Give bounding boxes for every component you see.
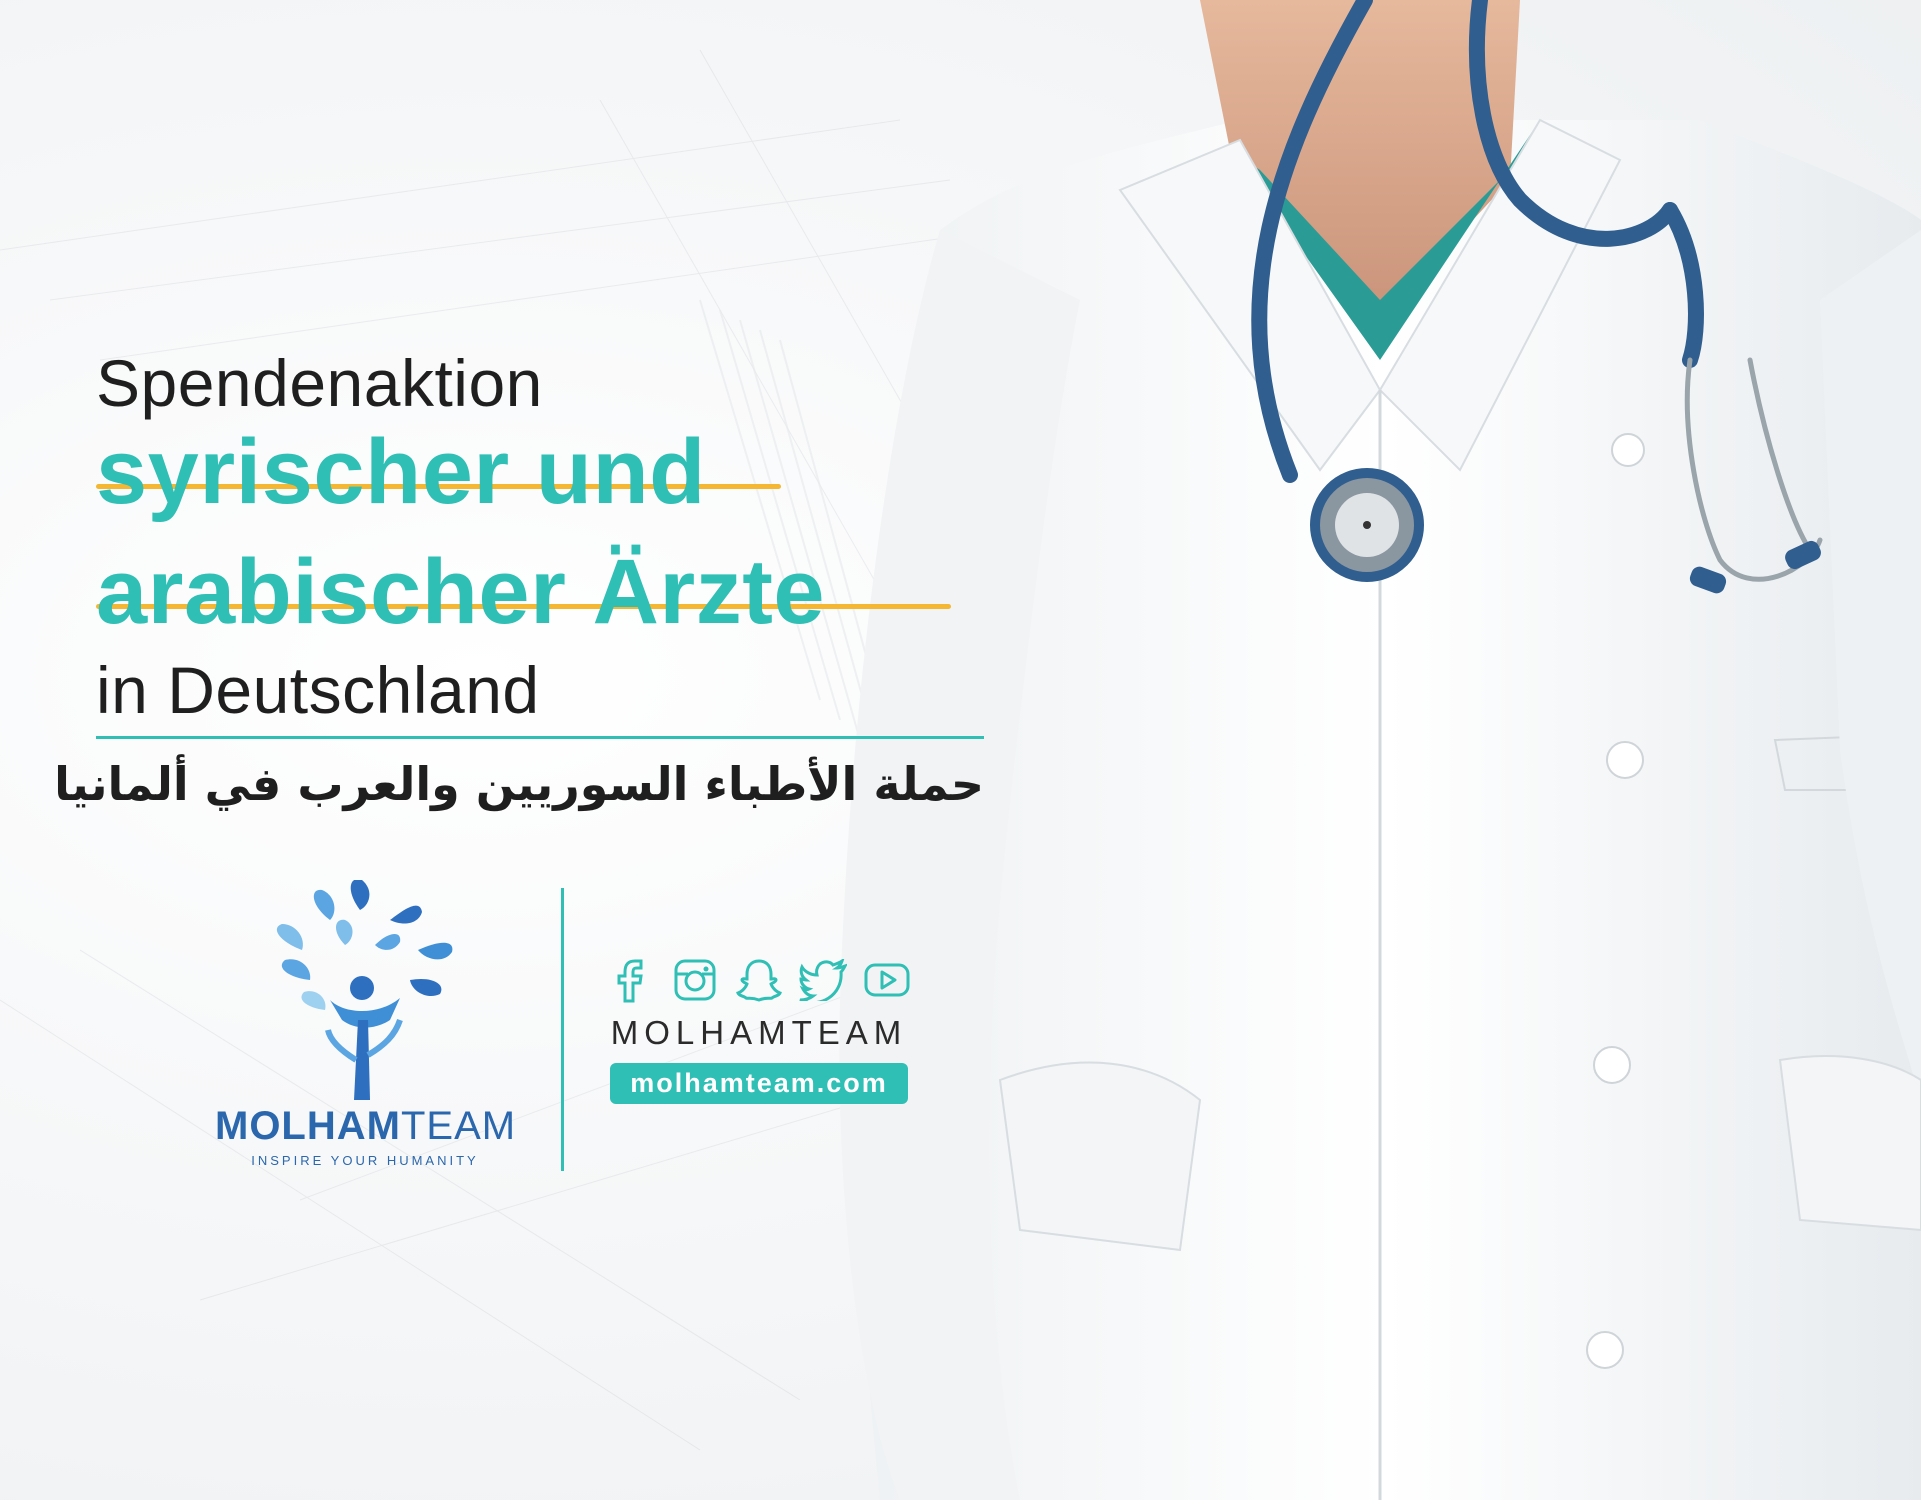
- coat-button: [1606, 741, 1644, 779]
- doctor-illustration: [839, 0, 1921, 1500]
- brand-tagline: INSPIRE YOUR HUMANITY: [251, 1153, 479, 1168]
- instagram-icon[interactable]: [670, 955, 720, 1005]
- social-icons-row: [606, 955, 912, 1005]
- twitter-icon[interactable]: [798, 955, 848, 1005]
- coat-button: [1586, 1331, 1624, 1369]
- headline-line-2: syrischer und: [96, 421, 706, 523]
- website-link[interactable]: molhamteam.com: [610, 1063, 908, 1104]
- campaign-banner: Spendenaktion syrischer und arabischer Ä…: [0, 0, 1921, 1500]
- brand-name: MOLHAMTEAM: [215, 1104, 517, 1148]
- molhamteam-tree-logo-icon: [276, 880, 453, 1100]
- headline-line-4: in Deutschland: [96, 653, 540, 727]
- headline-line-1: Spendenaktion: [96, 346, 543, 420]
- horizontal-divider: [96, 736, 984, 739]
- snapchat-icon[interactable]: [734, 955, 784, 1005]
- facebook-icon[interactable]: [606, 955, 656, 1005]
- headline-line-3: arabischer Ärzte: [96, 541, 825, 643]
- arabic-headline: حملة الأطباء السوريين والعرب في ألمانيا: [54, 757, 984, 811]
- vertical-divider: [561, 888, 564, 1171]
- youtube-icon[interactable]: [862, 955, 912, 1005]
- social-handle: MOLHAMTEAM: [610, 1014, 908, 1051]
- coat-button: [1593, 1046, 1631, 1084]
- coat-button: [1611, 433, 1645, 467]
